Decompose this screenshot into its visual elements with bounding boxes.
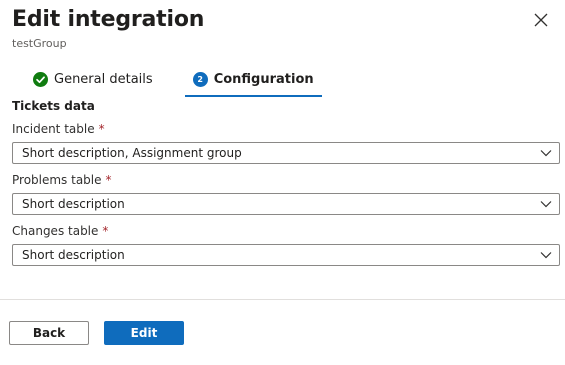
edit-button[interactable]: Edit [104, 321, 184, 345]
tab-label: Configuration [213, 71, 314, 87]
changes-table-label: Changes table * [12, 223, 108, 239]
changes-table-dropdown[interactable]: Short description [12, 244, 560, 266]
dropdown-value: Short description [22, 197, 125, 211]
incident-table-label: Incident table * [12, 121, 105, 137]
close-button[interactable] [531, 10, 551, 30]
tab-general-details[interactable]: General details [25, 64, 161, 94]
back-button[interactable]: Back [9, 321, 89, 345]
footer-divider [0, 299, 565, 300]
close-icon [534, 13, 548, 27]
section-title: Tickets data [12, 99, 95, 113]
wizard-tabs: General details 2 Configuration [25, 64, 346, 98]
required-marker: * [102, 224, 109, 238]
field-label-text: Changes table [12, 224, 99, 238]
step-number: 2 [192, 71, 208, 87]
chevron-down-icon [540, 201, 552, 208]
required-marker: * [105, 173, 112, 187]
required-marker: * [98, 122, 105, 136]
dropdown-value: Short description [22, 248, 125, 262]
incident-table-dropdown[interactable]: Short description, Assignment group [12, 142, 560, 164]
page-title: Edit integration [12, 7, 205, 32]
problems-table-dropdown[interactable]: Short description [12, 193, 560, 215]
tab-label: General details [54, 71, 153, 87]
dropdown-value: Short description, Assignment group [22, 146, 242, 160]
chevron-down-icon [540, 150, 552, 157]
chevron-down-icon [540, 252, 552, 259]
field-label-text: Problems table [12, 173, 102, 187]
step-number-badge: 2 [192, 71, 208, 87]
problems-table-label: Problems table * [12, 172, 112, 188]
tab-configuration[interactable]: 2 Configuration [184, 64, 322, 97]
page-subtitle: testGroup [12, 37, 67, 50]
field-label-text: Incident table [12, 122, 95, 136]
check-circle-icon [33, 71, 48, 87]
